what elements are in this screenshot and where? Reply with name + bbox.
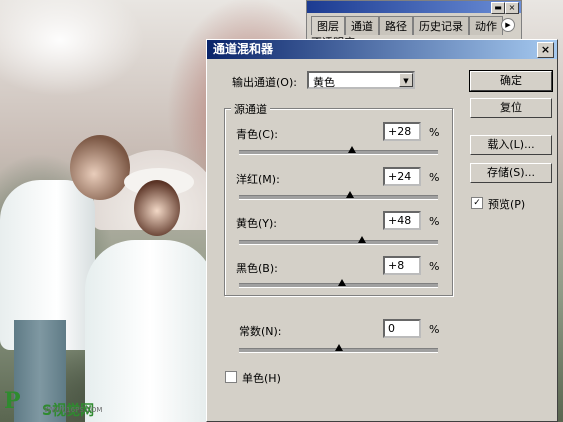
- magenta-slider-thumb[interactable]: [346, 191, 355, 198]
- black-input[interactable]: +8: [383, 256, 421, 275]
- cyan-slider-thumb[interactable]: [348, 146, 357, 153]
- dialog-title: 通道混和器: [213, 42, 274, 56]
- tab-channels[interactable]: 通道: [345, 16, 379, 35]
- output-channel-value: 黄色: [313, 76, 335, 89]
- panel-minimize-button[interactable]: ▬: [491, 2, 505, 14]
- yellow-unit: %: [429, 215, 440, 228]
- preview-checkbox[interactable]: ✓: [471, 197, 483, 209]
- panel-menu-arrow-icon[interactable]: ▶: [501, 18, 515, 32]
- monochrome-checkbox[interactable]: [225, 371, 237, 383]
- panel-close-button[interactable]: ×: [505, 2, 519, 14]
- channel-mixer-dialog: 通道混和器 × 输出通道(O): 黄色 ▼ 源通道 青色(C): +28 % 洋…: [206, 39, 558, 422]
- black-unit: %: [429, 260, 440, 273]
- layers-panel-titlebar[interactable]: [307, 1, 521, 13]
- black-slider-thumb[interactable]: [338, 279, 347, 286]
- tab-paths[interactable]: 路径: [379, 16, 413, 35]
- monochrome-label[interactable]: 单色(H): [242, 370, 281, 386]
- groom-head: [70, 135, 130, 200]
- constant-slider-thumb[interactable]: [334, 344, 343, 351]
- output-channel-label: 输出通道(O):: [232, 76, 297, 89]
- magenta-unit: %: [429, 171, 440, 184]
- yellow-label: 黄色(Y):: [236, 217, 278, 230]
- magenta-label: 洋红(M):: [236, 173, 280, 186]
- yellow-slider[interactable]: [239, 240, 438, 245]
- magenta-slider[interactable]: [239, 195, 438, 200]
- bride-head: [134, 180, 180, 236]
- bride-dress: [85, 240, 215, 422]
- ok-button[interactable]: 确定: [469, 70, 553, 92]
- cyan-label: 青色(C):: [236, 128, 278, 141]
- tab-actions[interactable]: 动作: [469, 16, 503, 35]
- watermark-logo: P: [4, 388, 21, 414]
- dialog-close-button[interactable]: ×: [537, 42, 554, 58]
- yellow-input[interactable]: +48: [383, 211, 421, 230]
- watermark: P S视觉网 WWW.16PS.COM: [4, 388, 102, 418]
- constant-unit: %: [429, 323, 440, 336]
- reset-button[interactable]: 复位: [470, 98, 552, 118]
- dialog-titlebar[interactable]: 通道混和器: [207, 40, 557, 59]
- cyan-input[interactable]: +28: [383, 122, 421, 141]
- magenta-input[interactable]: +24: [383, 167, 421, 186]
- load-button[interactable]: 载入(L)...: [470, 135, 552, 155]
- layers-panel-tabs: 图层 通道 路径 历史记录 动作: [311, 16, 503, 35]
- tab-history[interactable]: 历史记录: [413, 16, 469, 35]
- save-button[interactable]: 存储(S)...: [470, 163, 552, 183]
- constant-input[interactable]: 0: [383, 319, 421, 338]
- source-channels-title: 源通道: [231, 101, 270, 117]
- watermark-url: WWW.16PS.COM: [44, 406, 103, 414]
- output-channel-select[interactable]: 黄色 ▼: [307, 71, 415, 89]
- preview-label[interactable]: 预览(P): [488, 196, 525, 212]
- cyan-unit: %: [429, 126, 440, 139]
- black-label: 黑色(B):: [236, 262, 278, 275]
- chevron-down-icon[interactable]: ▼: [399, 73, 413, 87]
- tab-layers[interactable]: 图层: [311, 16, 345, 35]
- constant-label: 常数(N):: [239, 325, 282, 338]
- yellow-slider-thumb[interactable]: [358, 236, 367, 243]
- cyan-slider[interactable]: [239, 150, 438, 155]
